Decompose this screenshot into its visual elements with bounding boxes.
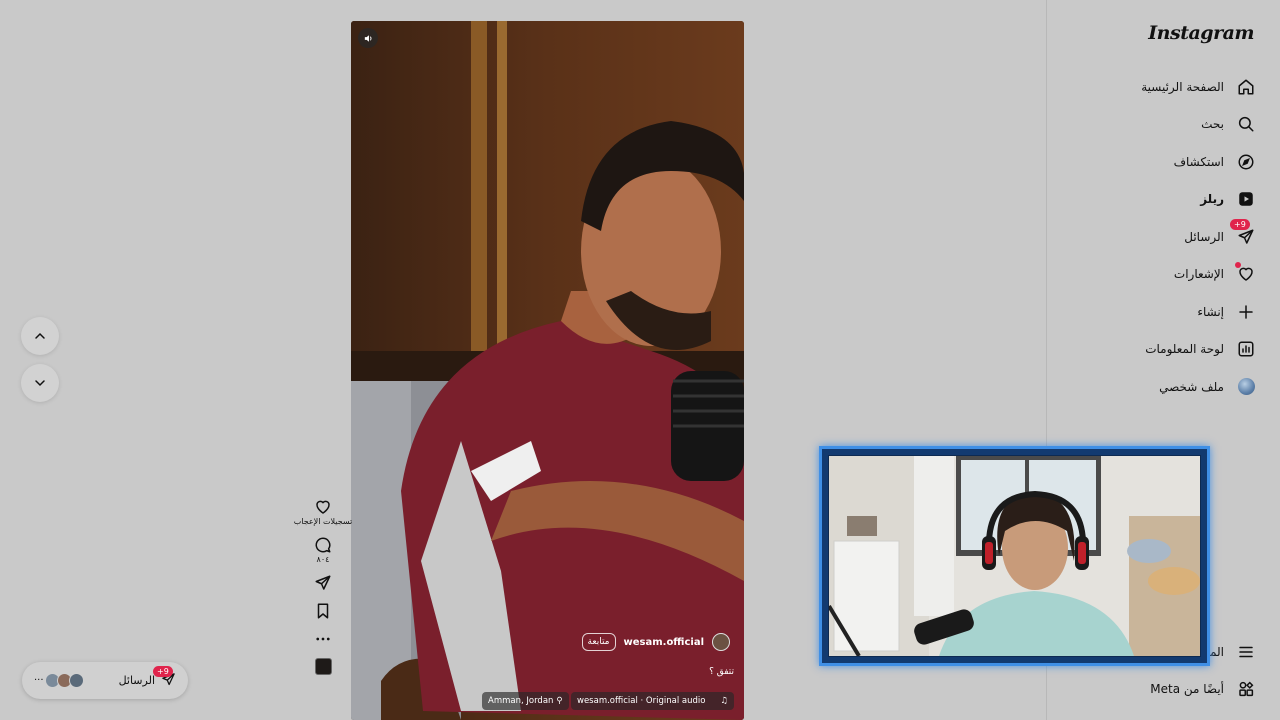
more-contacts-indicator: ··· xyxy=(34,675,44,686)
sidebar-nav: الصفحة الرئيسية بحث استكشاف ريلز الرسائل… xyxy=(1046,68,1280,406)
audio-label: wesam.official · Original audio xyxy=(577,696,706,706)
sidebar-item-label: بحث xyxy=(1201,117,1224,132)
audio-thumbnail xyxy=(314,658,332,675)
original-audio-button[interactable] xyxy=(290,658,356,675)
sidebar-item-create[interactable]: إنشاء xyxy=(1046,293,1280,331)
reel-actions: تسجيلات الإعجاب ٨٠٤ xyxy=(290,498,356,685)
sidebar-item-label: أيضًا من Meta xyxy=(1150,681,1224,696)
sidebar-item-label: الصفحة الرئيسية xyxy=(1141,79,1224,94)
sidebar-item-label: لوحة المعلومات xyxy=(1145,342,1224,357)
instagram-logo[interactable]: Instagram xyxy=(1148,22,1254,44)
reel-video[interactable]: wesam.official متابعة تتفق ؟ Amman, Jord… xyxy=(351,21,744,720)
messages-icon: +9 xyxy=(153,665,176,690)
comment-icon xyxy=(315,537,331,553)
contact-avatar xyxy=(68,673,84,688)
search-icon xyxy=(1236,114,1256,134)
next-reel-button[interactable] xyxy=(21,364,59,402)
compass-icon xyxy=(1236,152,1256,172)
heart-icon xyxy=(316,500,330,514)
sidebar-item-reels[interactable]: ريلز xyxy=(1046,181,1280,219)
plus-icon xyxy=(1236,302,1256,322)
sidebar-item-label: ريلز xyxy=(1200,192,1224,207)
likes-label: تسجيلات الإعجاب xyxy=(293,517,353,526)
reel-author-avatar[interactable] xyxy=(712,633,730,651)
share-button[interactable] xyxy=(290,574,356,592)
previous-reel-button[interactable] xyxy=(21,317,59,355)
sidebar-item-home[interactable]: الصفحة الرئيسية xyxy=(1046,68,1280,106)
location-pin-icon: ⚲ xyxy=(556,696,563,706)
sidebar-item-label: الإشعارات xyxy=(1173,267,1224,282)
messages-pill-label: الرسائل xyxy=(118,674,155,687)
instagram-reels-page: Instagram الصفحة الرئيسية بحث استكشاف ري… xyxy=(0,0,1280,720)
menu-icon xyxy=(1236,642,1256,662)
reel-author: wesam.official متابعة xyxy=(581,633,730,651)
sidebar-item-dashboard[interactable]: لوحة المعلومات xyxy=(1046,331,1280,369)
music-note-icon: ♫ xyxy=(720,696,728,706)
meta-apps-icon xyxy=(1236,679,1256,699)
reel-caption[interactable]: تتفق ؟ xyxy=(709,667,734,677)
comments-count: ٨٠٤ xyxy=(316,555,330,564)
sidebar-item-label: إنشاء xyxy=(1197,304,1224,319)
sidebar-item-label: ملف شخصي xyxy=(1159,379,1224,394)
messages-icon: +9 xyxy=(1230,218,1256,247)
mute-toggle-button[interactable] xyxy=(358,28,378,48)
more-options-button[interactable] xyxy=(290,630,356,648)
messages-pill-label-group: +9 الرسائل xyxy=(118,665,176,690)
reel-username[interactable]: wesam.official xyxy=(624,637,705,648)
heart-icon xyxy=(1235,262,1256,284)
bookmark-icon xyxy=(317,603,329,619)
reels-icon xyxy=(1236,189,1256,209)
reel-video-frame xyxy=(351,21,744,720)
sidebar-item-explore[interactable]: استكشاف xyxy=(1046,143,1280,181)
audio-chip[interactable]: wesam.official · Original audio ♫ xyxy=(571,692,734,710)
sidebar-item-meta[interactable]: أيضًا من Meta xyxy=(1046,670,1280,707)
like-button[interactable]: تسجيلات الإعجاب xyxy=(290,498,356,526)
webcam-feed xyxy=(829,456,1200,656)
messages-pill[interactable]: ··· +9 الرسائل xyxy=(22,662,188,699)
comment-button[interactable]: ٨٠٤ xyxy=(290,536,356,564)
profile-avatar xyxy=(1236,377,1256,397)
follow-button[interactable]: متابعة xyxy=(581,633,616,651)
messages-pill-badge: +9 xyxy=(153,665,173,677)
webcam-overlay xyxy=(819,446,1210,666)
save-button[interactable] xyxy=(290,602,356,620)
sidebar-item-label: الرسائل xyxy=(1184,229,1224,244)
messages-badge: +9 xyxy=(1230,218,1250,230)
home-icon xyxy=(1236,77,1256,97)
sidebar-item-messages[interactable]: الرسائل +9 xyxy=(1046,218,1280,256)
dashboard-icon xyxy=(1236,339,1256,359)
recent-contacts: ··· xyxy=(34,673,84,688)
sidebar-item-notifications[interactable]: الإشعارات xyxy=(1046,256,1280,294)
sidebar-item-label: استكشاف xyxy=(1173,154,1224,169)
location-chip[interactable]: Amman, Jordan ⚲ xyxy=(482,692,569,710)
chevron-up-icon xyxy=(35,332,45,339)
sidebar-item-profile[interactable]: ملف شخصي xyxy=(1046,368,1280,406)
sidebar-item-search[interactable]: بحث xyxy=(1046,106,1280,144)
location-label: Amman, Jordan xyxy=(488,696,554,706)
share-icon xyxy=(315,575,331,590)
chevron-down-icon xyxy=(35,380,45,387)
volume-icon xyxy=(364,34,371,42)
more-icon xyxy=(316,637,330,641)
